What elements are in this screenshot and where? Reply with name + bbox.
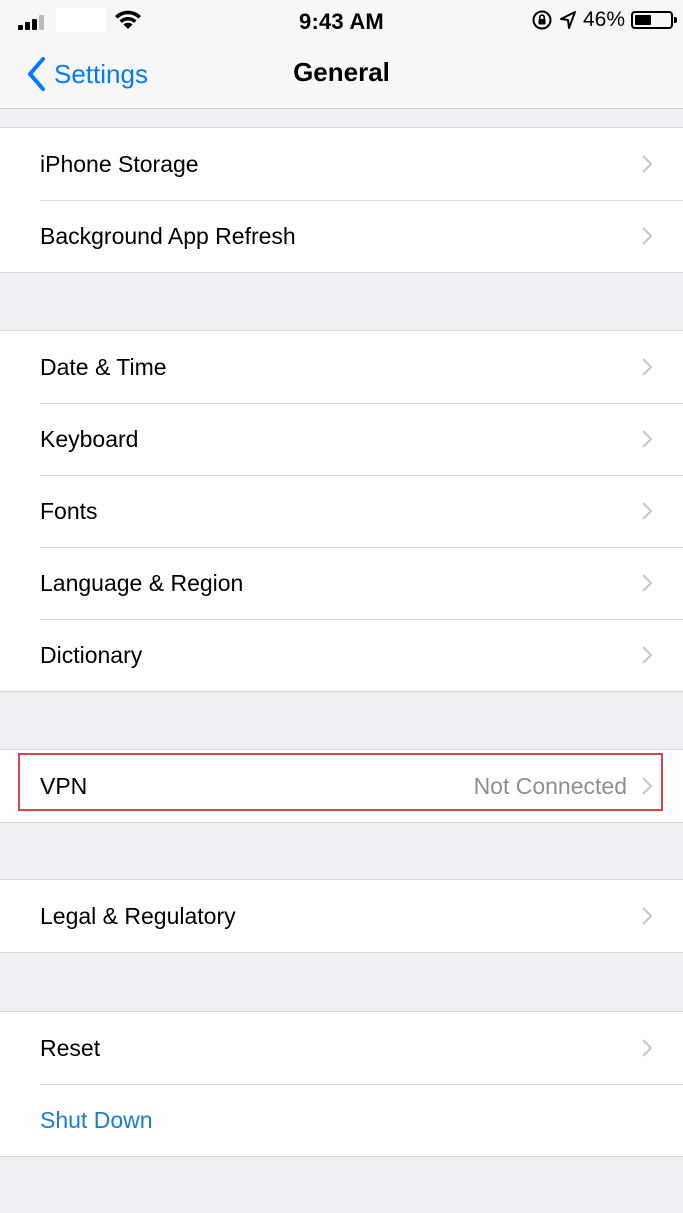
settings-group-vpn: VPN Not Connected [0,749,683,823]
settings-group-reset: Reset Shut Down [0,1011,683,1157]
shut-down-button[interactable]: Shut Down [0,1084,683,1156]
vpn-status-value: Not Connected [473,773,627,799]
list-item-date-time[interactable]: Date & Time [0,331,683,403]
chevron-right-icon [642,430,653,448]
list-item-background-app-refresh[interactable]: Background App Refresh [0,200,683,272]
list-item-keyboard[interactable]: Keyboard [0,403,683,475]
page-title: General [293,57,390,87]
chevron-right-icon [642,227,653,245]
list-item-language-region[interactable]: Language & Region [0,547,683,619]
battery-percent: 46% [582,8,625,31]
battery-icon [631,11,677,29]
list-item-label: Background App Refresh [40,223,296,249]
list-item-iphone-storage[interactable]: iPhone Storage [0,128,683,200]
chevron-right-icon [642,358,653,376]
list-item-vpn[interactable]: VPN Not Connected [0,750,683,822]
list-item-label: Date & Time [40,354,167,380]
chevron-right-icon [642,502,653,520]
list-item-label: Dictionary [40,642,143,668]
list-item-label: Legal & Regulatory [40,903,236,929]
list-item-label: Reset [40,1035,101,1061]
settings-group-locale: Date & Time Keyboard Fonts Language & Re… [0,330,683,692]
location-icon [559,11,576,29]
status-right: 46% [531,8,677,32]
orientation-lock-icon [532,10,552,30]
shut-down-label: Shut Down [40,1107,153,1133]
list-item-reset[interactable]: Reset [0,1012,683,1084]
settings-group-legal: Legal & Regulatory [0,879,683,953]
list-item-legal-regulatory[interactable]: Legal & Regulatory [0,880,683,952]
chevron-right-icon [642,907,653,925]
chevron-right-icon [642,155,653,173]
chevron-right-icon [642,1039,653,1057]
chevron-right-icon [642,777,653,795]
list-item-label: iPhone Storage [40,151,199,177]
list-item-label: Keyboard [40,426,139,452]
settings-group-storage: iPhone Storage Background App Refresh [0,127,683,273]
chevron-right-icon [642,574,653,592]
status-bar: 9:43 AM 46% [0,0,683,40]
navigation-bar: Settings General [0,40,683,109]
list-item-dictionary[interactable]: Dictionary [0,619,683,691]
list-item-fonts[interactable]: Fonts [0,475,683,547]
list-item-label: Fonts [40,498,98,524]
list-item-label: Language & Region [40,570,244,596]
list-item-label: VPN [40,773,88,799]
chevron-right-icon [642,646,653,664]
